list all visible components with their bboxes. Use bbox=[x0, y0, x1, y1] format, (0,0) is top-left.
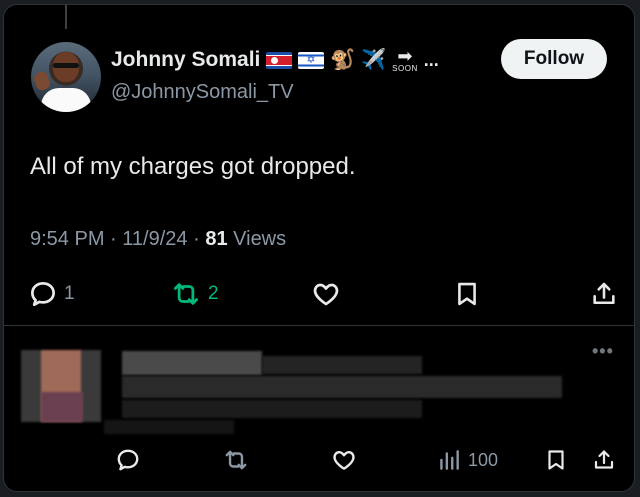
author-handle[interactable]: @JohnnySomali_TV bbox=[111, 81, 294, 104]
heart-icon bbox=[333, 451, 355, 470]
tweet-actions: 1 2 bbox=[4, 267, 634, 323]
reply-avatar-blurred-lower bbox=[41, 392, 83, 422]
author-display-name[interactable]: Johnny Somali bbox=[111, 48, 260, 72]
tweet-meta: 9:54 PM · 11/9/24 · 81 Views bbox=[30, 228, 287, 250]
reply-text-blurred bbox=[122, 351, 262, 375]
reply-more-icon[interactable]: ••• bbox=[592, 341, 614, 362]
views-bar-chart-icon bbox=[440, 450, 459, 470]
share-button[interactable] bbox=[590, 279, 618, 309]
reply-text-blurred-line4 bbox=[104, 420, 234, 434]
follow-button[interactable]: Follow bbox=[501, 39, 607, 79]
reply-icon bbox=[31, 282, 55, 306]
tweet-text: All of my charges got dropped. bbox=[30, 153, 356, 180]
like-button[interactable] bbox=[310, 279, 342, 309]
repost-icon bbox=[174, 283, 198, 305]
views-count: 81 bbox=[205, 228, 228, 250]
reply-preview[interactable]: ••• 100 bbox=[4, 326, 634, 491]
reply-text-blurred-line3 bbox=[122, 400, 422, 418]
avatar[interactable] bbox=[31, 42, 101, 112]
repost-count: 2 bbox=[208, 283, 219, 304]
tweet-date[interactable]: 11/9/24 bbox=[122, 228, 187, 250]
reply-share-button[interactable] bbox=[592, 447, 616, 473]
reply-text-blurred-line1 bbox=[262, 356, 422, 374]
reply-icon bbox=[117, 449, 139, 471]
israel-flag-icon bbox=[298, 51, 325, 69]
reply-button[interactable]: 1 bbox=[28, 279, 75, 309]
name-ellipsis: ... bbox=[423, 49, 439, 70]
reply-count: 1 bbox=[64, 283, 75, 304]
bookmark-icon bbox=[458, 282, 476, 306]
views-label: Views bbox=[233, 228, 287, 250]
thread-line bbox=[65, 5, 67, 29]
reply-reply-button[interactable] bbox=[115, 447, 141, 473]
share-icon bbox=[593, 282, 615, 305]
repost-button[interactable]: 2 bbox=[170, 279, 219, 309]
airplane-emoji-icon: ✈️ bbox=[361, 49, 387, 71]
soon-arrow-icon: ➡ SOON bbox=[392, 46, 418, 73]
reply-like-button[interactable] bbox=[330, 447, 358, 473]
reply-repost-button[interactable] bbox=[222, 447, 250, 473]
author-name-row: Johnny Somali 🐒 ✈️ ➡ SOON ... bbox=[111, 47, 439, 73]
reply-views-count: 100 bbox=[468, 449, 499, 470]
repost-icon bbox=[225, 450, 247, 470]
tweet-time[interactable]: 9:54 PM bbox=[30, 228, 104, 250]
tweet-card: Johnny Somali 🐒 ✈️ ➡ SOON ... @JohnnySom… bbox=[3, 4, 635, 492]
heart-icon bbox=[313, 283, 339, 306]
bookmark-icon bbox=[548, 450, 564, 470]
monkey-emoji-icon: 🐒 bbox=[330, 49, 356, 71]
bookmark-button[interactable] bbox=[453, 279, 481, 309]
reply-text-blurred-line2 bbox=[122, 376, 562, 398]
share-icon bbox=[594, 450, 614, 469]
north-korea-flag-icon bbox=[266, 51, 293, 69]
reply-views-button[interactable]: 100 bbox=[436, 447, 498, 473]
reply-bookmark-button[interactable] bbox=[544, 447, 568, 473]
